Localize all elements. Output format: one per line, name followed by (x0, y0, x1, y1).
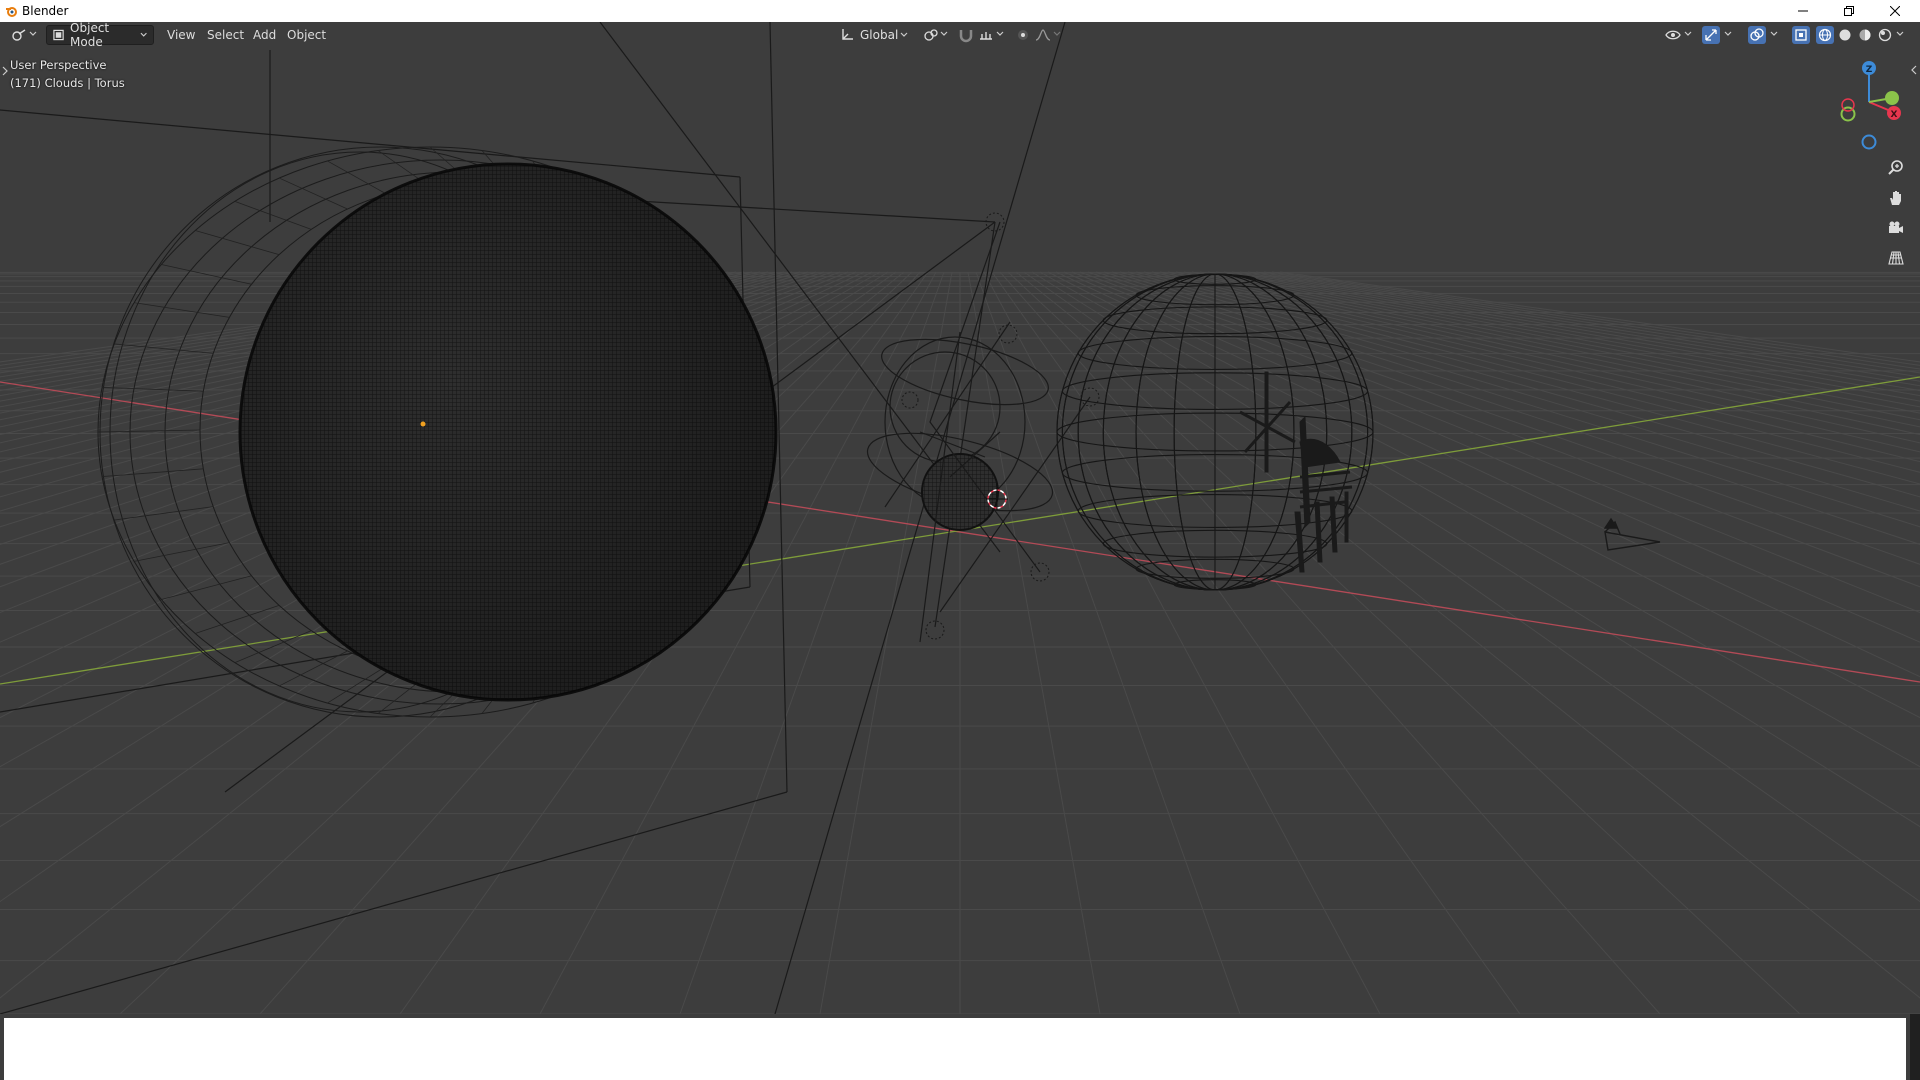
chevron-down-icon (940, 31, 948, 36)
magnet-icon (959, 30, 973, 43)
chevron-down-icon (1053, 31, 1061, 36)
sidebar-toggle-arrow-icon[interactable] (1910, 65, 1918, 75)
menu-select[interactable]: Select (207, 28, 244, 42)
camera-object (1603, 517, 1661, 551)
restore-button[interactable] (1826, 0, 1872, 22)
restore-icon (1844, 6, 1854, 16)
gizmo-arrows-icon (1705, 29, 1717, 41)
chevron-down-icon (29, 31, 37, 36)
origin-dot (420, 421, 426, 427)
editor-type-icon (12, 29, 26, 41)
toolbar-toggle-arrow-icon[interactable] (2, 66, 8, 76)
editor-type-button[interactable] (10, 26, 28, 44)
overlays-circles-icon (1750, 28, 1764, 41)
orientation-axes-icon (842, 29, 853, 40)
chevron-down-icon (1896, 31, 1904, 36)
eye-pointer-icon (1665, 30, 1681, 40)
center-object-cluster (866, 221, 1091, 643)
panel-scrollbar[interactable] (1910, 1014, 1920, 1080)
pivot-icon (924, 29, 938, 41)
shading-wireframe-button[interactable] (1816, 26, 1834, 44)
snap-target-button[interactable] (977, 26, 995, 44)
shading-rendered-button[interactable] (1876, 26, 1894, 44)
menu-add[interactable]: Add (253, 28, 276, 42)
hand-pan-icon (1890, 191, 1901, 205)
blank-panel-area (4, 1018, 1906, 1080)
zoom-icon (1888, 160, 1903, 175)
close-icon (1890, 6, 1900, 16)
close-button[interactable] (1872, 0, 1918, 22)
menu-view[interactable]: View (167, 28, 195, 42)
material-sphere-icon (1859, 29, 1871, 41)
overlays-toggle-button[interactable] (1748, 26, 1766, 44)
large-sphere (238, 162, 778, 702)
viewport-info-overlay: User Perspective (171) Clouds | Torus (10, 56, 125, 92)
object-mode-icon (53, 29, 64, 41)
perspective-toggle-button[interactable] (1882, 244, 1910, 272)
window-titlebar: Blender (0, 0, 1920, 23)
snap-increment-icon (980, 32, 992, 40)
mode-label: Object Mode (70, 22, 110, 49)
gizmo-z-negative[interactable] (1861, 134, 1877, 150)
xray-toggle-button[interactable] (1792, 26, 1810, 44)
svg-text:Z: Z (1866, 65, 1873, 75)
wireframe-sphere-icon (1818, 28, 1832, 42)
transform-orientation-dropdown[interactable]: Global (834, 25, 914, 45)
grid-icon (1888, 251, 1904, 265)
object-info-label: (171) Clouds | Torus (10, 76, 125, 90)
gizmo-y-positive[interactable] (1885, 91, 1899, 105)
proportional-dot-icon (1018, 30, 1028, 40)
visibility-selectability-button[interactable] (1664, 26, 1682, 44)
shading-solid-button[interactable] (1836, 26, 1854, 44)
pivot-point-button[interactable] (922, 26, 940, 44)
orientation-label: Global (860, 28, 899, 42)
chevron-down-icon (1684, 31, 1692, 36)
snap-toggle-button[interactable] (957, 26, 975, 44)
shading-material-button[interactable] (1856, 26, 1874, 44)
chevron-down-icon (900, 32, 908, 37)
gizmo-x-negative[interactable] (1841, 98, 1855, 112)
bottom-panel (0, 1014, 1920, 1080)
chevron-down-icon (1724, 31, 1732, 36)
viewport-header: Object Mode View Select Add Object Globa… (0, 22, 1920, 75)
camera-icon (1889, 221, 1903, 233)
3d-viewport[interactable]: Object Mode View Select Add Object Globa… (0, 22, 1920, 1014)
viewport-scene[interactable] (0, 22, 1920, 1014)
zoom-button[interactable] (1882, 154, 1910, 182)
gizmo-toggle-button[interactable] (1702, 26, 1720, 44)
blender-logo-icon (6, 7, 17, 17)
chevron-down-icon (1770, 31, 1778, 36)
menu-object[interactable]: Object (287, 28, 326, 42)
chevron-down-icon (996, 31, 1004, 36)
rendered-sphere-icon (1878, 28, 1892, 42)
svg-text:X: X (1891, 110, 1898, 120)
xray-icon (1795, 29, 1807, 41)
window-title: Blender (22, 4, 69, 18)
camera-view-button[interactable] (1882, 214, 1910, 242)
proportional-falloff-button[interactable] (1034, 26, 1052, 44)
falloff-curve-icon (1035, 29, 1051, 41)
mode-dropdown[interactable]: Object Mode (46, 22, 154, 49)
pan-button[interactable] (1882, 184, 1910, 212)
perspective-label: User Perspective (10, 58, 107, 72)
minimize-icon (1798, 10, 1808, 12)
proportional-editing-button[interactable] (1014, 26, 1032, 44)
solid-sphere-icon (1839, 29, 1851, 41)
minimize-button[interactable] (1780, 0, 1826, 22)
chevron-down-icon (140, 32, 147, 37)
